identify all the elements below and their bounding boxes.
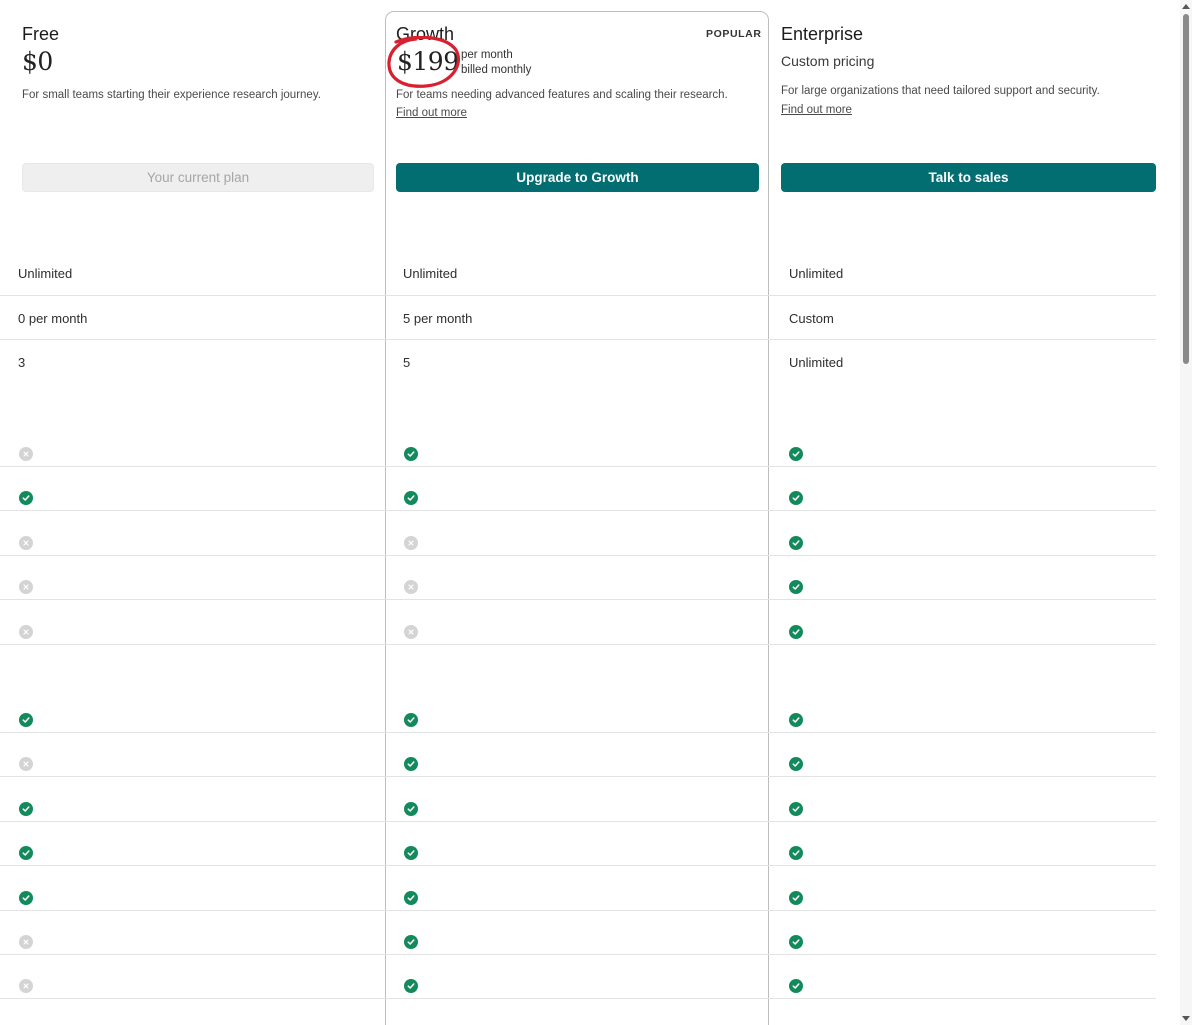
check-circle-icon <box>789 713 803 727</box>
plan-name-enterprise: Enterprise <box>781 24 864 44</box>
find-out-more-growth-link[interactable]: Find out more <box>396 107 467 119</box>
scroll-up-arrow-icon[interactable] <box>1180 0 1192 12</box>
price-period: per month <box>461 49 513 61</box>
row-divider <box>0 998 1156 999</box>
plan-price-growth: $199 <box>397 47 459 76</box>
check-circle-icon <box>19 491 33 506</box>
check-circle-icon <box>789 846 803 861</box>
row-divider <box>0 644 1156 645</box>
table-cell: Unlimited <box>403 266 458 281</box>
table-cell: 3 <box>18 355 26 370</box>
check-circle-icon <box>19 846 33 861</box>
find-out-more-enterprise-link[interactable]: Find out more <box>781 104 852 116</box>
table-cell: Unlimited <box>18 266 73 281</box>
vertical-scrollbar[interactable] <box>1180 0 1192 1025</box>
cross-circle-icon <box>19 624 33 639</box>
check-circle-icon <box>404 801 418 816</box>
check-circle-icon <box>404 935 418 949</box>
row-divider <box>0 954 1156 955</box>
plan-description-free: For small teams starting their experienc… <box>22 89 321 101</box>
row-divider <box>0 910 1156 911</box>
check-circle-icon <box>404 713 418 727</box>
talk-to-sales-button[interactable]: Talk to sales <box>781 163 1156 192</box>
cross-circle-icon <box>19 757 33 772</box>
current-plan-button: Your current plan <box>22 163 374 192</box>
row-divider <box>0 599 1156 600</box>
plan-price-enterprise: Custom pricing <box>781 53 875 69</box>
check-circle-icon <box>789 757 803 772</box>
cross-circle-icon <box>19 535 33 550</box>
popular-badge: POPULAR <box>706 28 762 40</box>
row-divider <box>0 776 1156 777</box>
row-divider <box>0 339 1156 340</box>
table-cell: 0 per month <box>18 311 88 326</box>
table-cell: Unlimited <box>789 266 844 281</box>
check-circle-icon <box>789 535 803 550</box>
cross-circle-icon <box>404 624 418 639</box>
table-cell: 5 <box>403 355 411 370</box>
row-divider <box>0 821 1156 822</box>
check-circle-icon <box>789 801 803 816</box>
table-cell: Unlimited <box>789 355 844 370</box>
check-circle-icon <box>789 890 803 905</box>
plan-name-growth: Growth <box>396 24 455 44</box>
check-circle-icon <box>789 935 803 949</box>
check-circle-icon <box>789 580 803 595</box>
check-circle-icon <box>789 491 803 506</box>
row-divider <box>0 865 1156 866</box>
cross-circle-icon <box>19 580 33 595</box>
check-circle-icon <box>19 801 33 816</box>
table-cell: 5 per month <box>403 311 473 326</box>
check-circle-icon <box>19 890 33 905</box>
check-circle-icon <box>19 713 33 727</box>
check-circle-icon <box>789 447 803 461</box>
row-divider <box>0 732 1156 733</box>
price-billing: billed monthly <box>461 64 532 76</box>
cross-circle-icon <box>19 935 33 949</box>
scroll-down-arrow-icon[interactable] <box>1180 1013 1192 1025</box>
plan-name-free: Free <box>22 24 60 44</box>
row-divider <box>0 466 1156 467</box>
plan-description-enterprise: For large organizations that need tailor… <box>781 85 1100 97</box>
check-circle-icon <box>789 979 803 994</box>
table-cell: Custom <box>789 311 834 326</box>
row-divider <box>0 555 1156 556</box>
plan-price-free: $0 <box>22 47 53 76</box>
scrollbar-thumb[interactable] <box>1183 14 1189 364</box>
upgrade-to-growth-button[interactable]: Upgrade to Growth <box>396 163 759 192</box>
row-divider <box>0 510 1156 511</box>
plan-description-growth: For teams needing advanced features and … <box>396 89 728 101</box>
cross-circle-icon <box>404 535 418 550</box>
pricing-comparison: Free $0 For small teams starting their e… <box>0 0 1180 1025</box>
check-circle-icon <box>789 624 803 639</box>
row-divider <box>0 295 1156 296</box>
cross-circle-icon <box>19 979 33 994</box>
check-circle-icon <box>404 447 418 461</box>
check-circle-icon <box>404 890 418 905</box>
cross-circle-icon <box>19 447 33 461</box>
